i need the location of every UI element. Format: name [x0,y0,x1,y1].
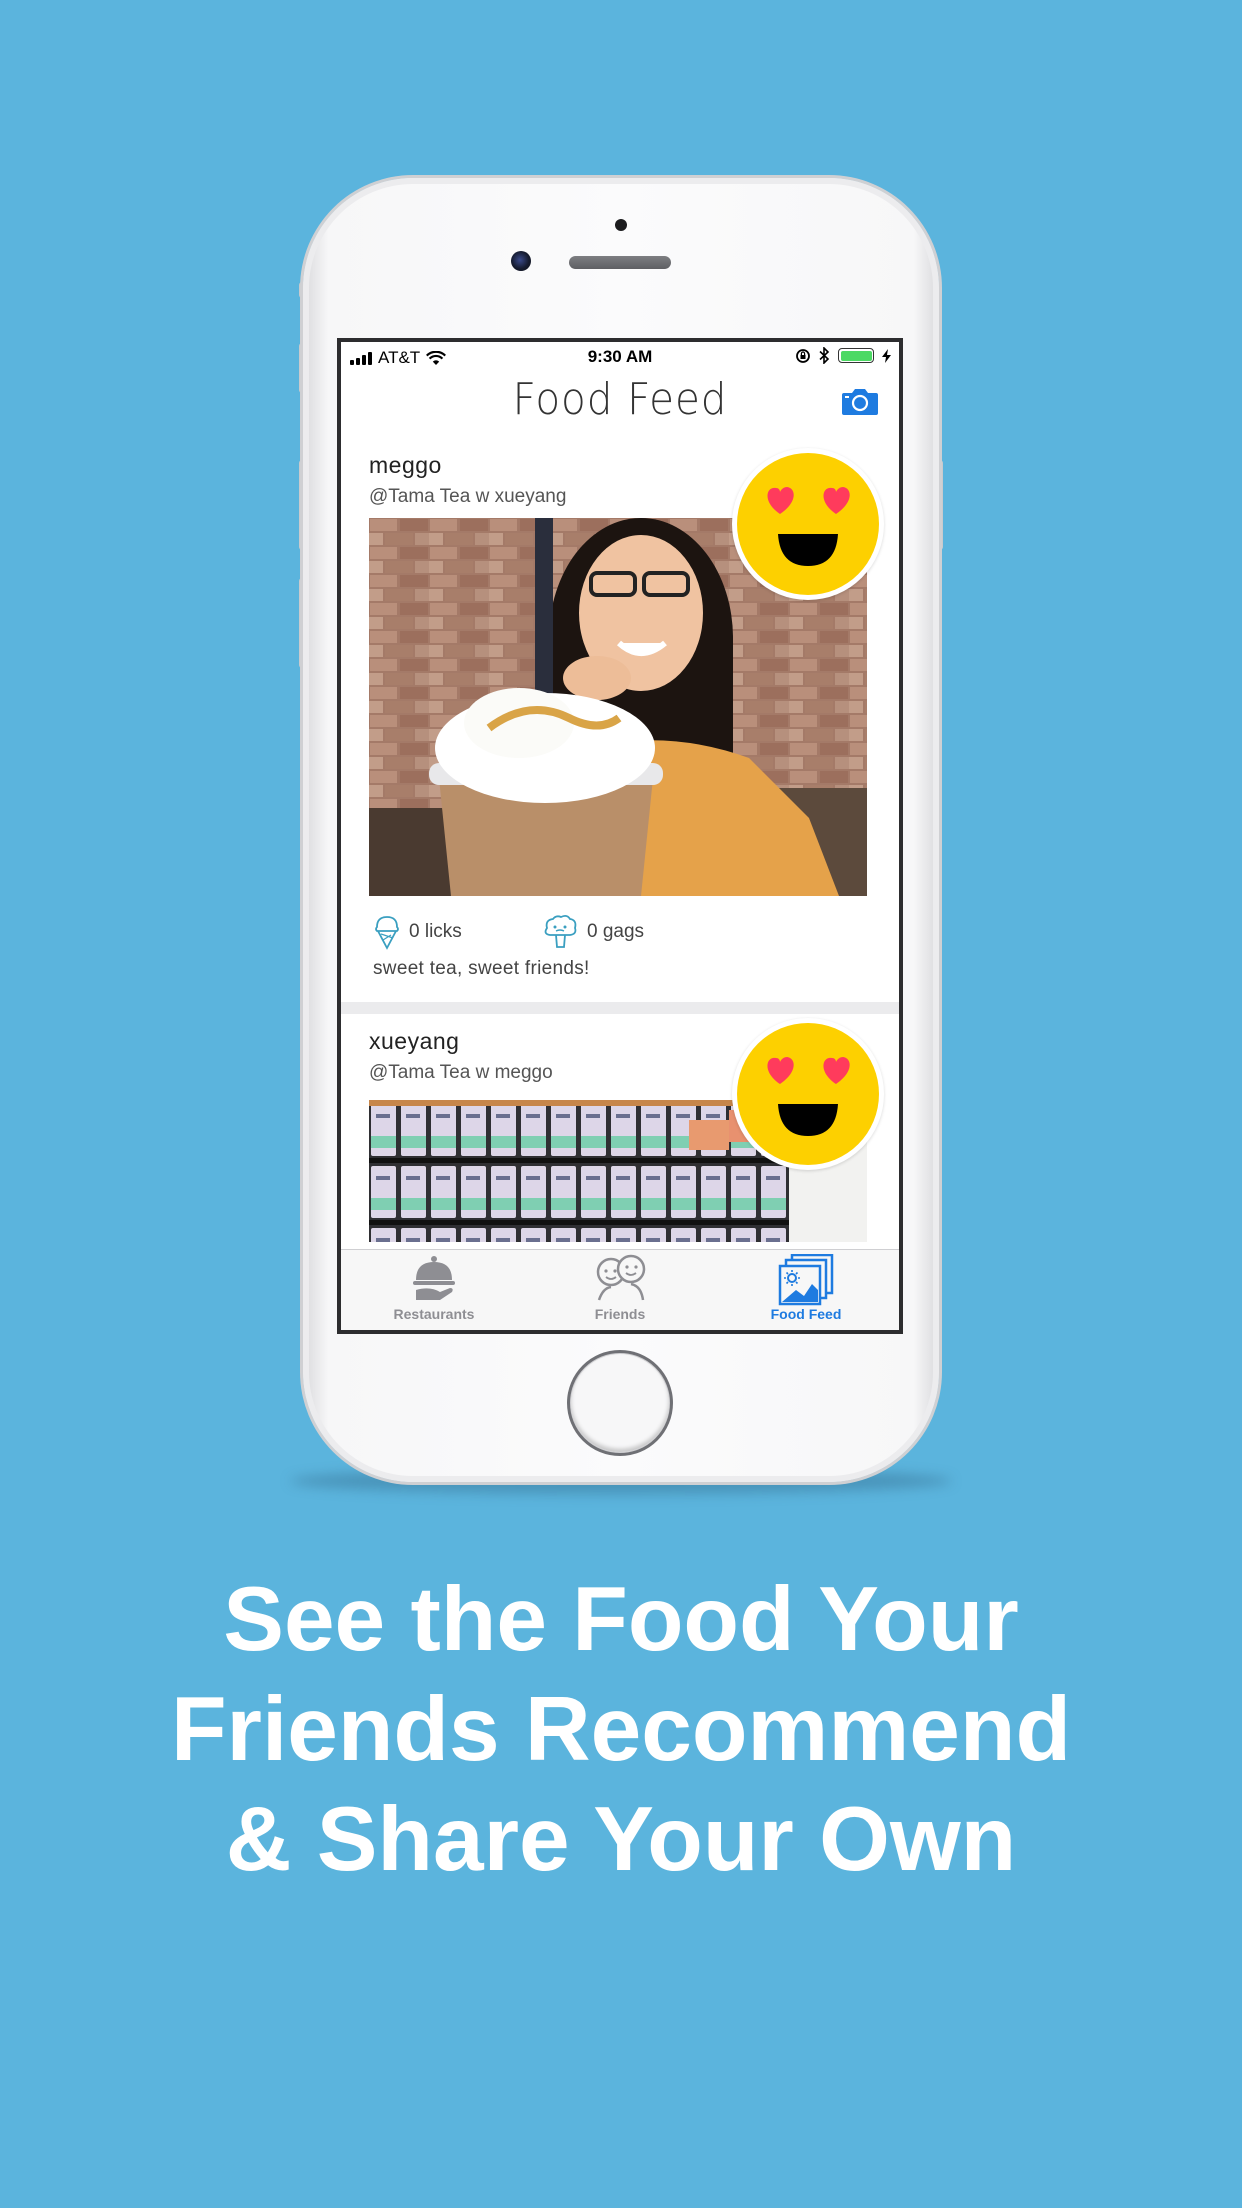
status-bar: AT&T 9:30 AM [341,342,899,372]
front-camera [511,251,531,271]
marketing-headline: See the Food Your Friends Recommend & Sh… [0,1565,1242,1895]
cloche-icon [413,1256,455,1300]
tab-label: Food Feed [770,1306,842,1322]
feed-post[interactable]: meggo @Tama Tea w xueyang 0 licks 0 gags… [341,438,899,1002]
post-location: @Tama Tea w xueyang [369,486,567,507]
tab-food-feed[interactable]: Food Feed [713,1250,899,1330]
post-caption: sweet tea, sweet friends! [373,958,590,979]
broccoli-icon [544,914,577,948]
home-button[interactable] [570,1353,670,1453]
gags-stat[interactable]: 0 gags [541,914,644,950]
headline-line-3: & Share Your Own [225,1789,1017,1890]
post-username[interactable]: xueyang [369,1028,459,1055]
app-screen: AT&T 9:30 AM Food Feed meggo @Tama Tea w… [337,338,903,1334]
nav-bar: Food Feed [341,372,899,432]
gags-count: 0 gags [587,921,645,942]
tab-label: Friends [594,1306,646,1322]
headline-line-2: Friends Recommend [170,1679,1072,1780]
page-title: Food Feed [512,374,728,425]
battery-icon [838,348,874,363]
post-stats: 0 licks 0 gags [373,914,644,950]
earpiece-speaker [569,256,671,269]
tab-friends[interactable]: Friends [527,1250,713,1330]
tab-bar: Restaurants Friends Food Feed [341,1249,899,1330]
post-location: @Tama Tea w meggo [369,1062,553,1083]
friends-icon [596,1254,646,1301]
bluetooth-icon [819,347,830,364]
tab-restaurants[interactable]: Restaurants [341,1250,527,1330]
food-feed[interactable]: meggo @Tama Tea w xueyang 0 licks 0 gags… [341,438,899,1242]
rotation-lock-icon [796,348,810,363]
licks-count: 0 licks [409,921,462,942]
status-right [795,347,891,364]
proximity-sensor [615,219,627,231]
post-username[interactable]: meggo [369,452,442,479]
ice-cream-icon [375,916,399,950]
camera-icon[interactable] [841,386,879,416]
headline-line-1: See the Food Your [223,1569,1019,1670]
heart-eyes-emoji-icon [732,448,884,600]
tab-label: Restaurants [393,1306,475,1322]
heart-eyes-emoji-icon [732,1018,884,1170]
charging-icon [882,348,891,363]
photo-stack-icon [778,1254,834,1306]
licks-stat[interactable]: 0 licks [373,914,541,950]
feed-post[interactable]: xueyang @Tama Tea w meggo [341,1014,899,1242]
